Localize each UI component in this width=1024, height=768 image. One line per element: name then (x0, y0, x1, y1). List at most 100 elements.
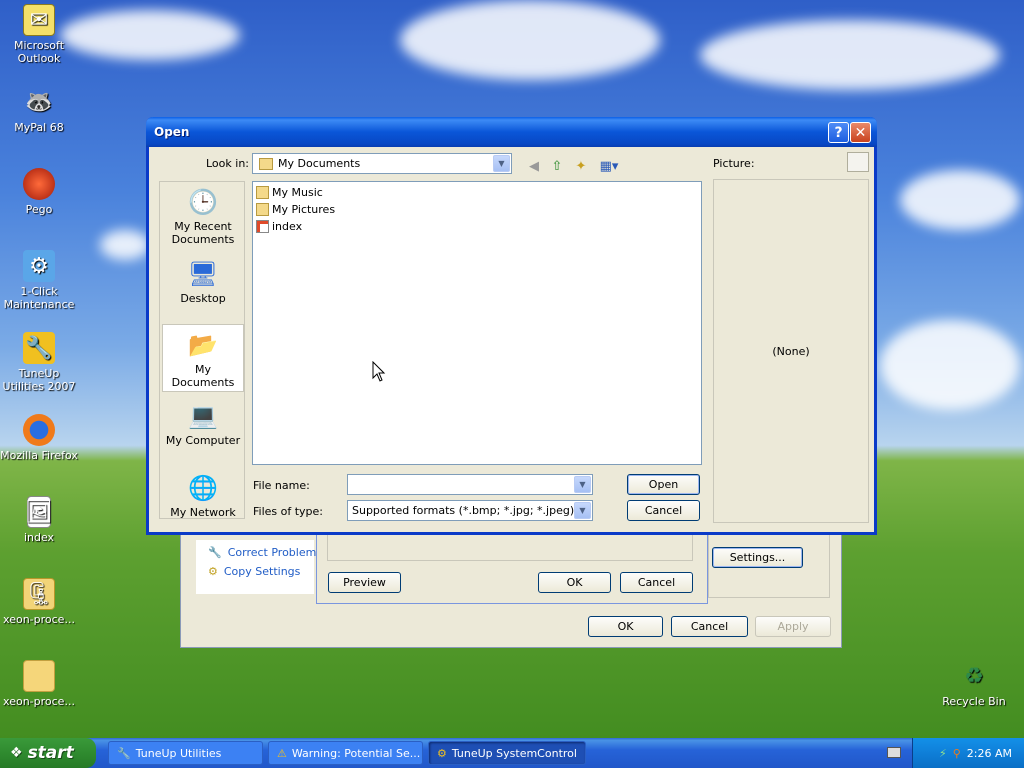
network-tray-icon[interactable]: ⚡ (939, 747, 947, 760)
chevron-down-icon[interactable]: ▼ (574, 502, 591, 519)
open-dialog: Open ? ✕ Look in: My Documents ▼ ◀ ⇧ ✦ ▦… (146, 117, 877, 535)
look-in-dropdown[interactable]: My Documents ▼ (252, 153, 512, 174)
copy-settings-link[interactable]: ⚙ Copy Settings (208, 565, 300, 578)
desktop-icon-xeon-folder[interactable]: xeon-proce... (0, 660, 78, 708)
apply-button[interactable]: Apply (755, 616, 831, 637)
recent-documents-icon: 🕒 (188, 188, 218, 216)
desktop-icon-firefox[interactable]: Mozilla Firefox (0, 414, 78, 462)
correct-problems-link[interactable]: 🔧 Correct Problems (208, 546, 322, 559)
place-my-network[interactable]: 🌐 My Network (162, 468, 244, 518)
desktop-icon-recycle-bin[interactable]: ♻ Recycle Bin (935, 660, 1013, 709)
file-name-input[interactable]: ▼ (347, 474, 593, 495)
desktop-icon-outlook[interactable]: ✉ Microsoft Outlook (0, 4, 78, 65)
start-button[interactable]: ❖ start (0, 738, 96, 768)
open-button[interactable]: Open (627, 474, 700, 495)
windows-logo-icon: ❖ (10, 745, 23, 761)
inner-cancel-button[interactable]: Cancel (620, 572, 693, 593)
desktop-icon-label: Pego (25, 203, 53, 216)
recycle-bin-icon: ♻ (964, 663, 984, 689)
image-file-icon: 🖼 (25, 496, 53, 528)
file-list[interactable]: My Music My Pictures index (252, 181, 702, 465)
task-tuneup-utilities[interactable]: 🔧 TuneUp Utilities (108, 741, 263, 765)
desktop-icon-label: xeon-proce... (3, 613, 75, 626)
search-tray-icon[interactable]: ⚲ (953, 747, 961, 760)
dialog-cancel-button[interactable]: Cancel (627, 500, 700, 521)
dialog-titlebar[interactable]: Open ? ✕ (146, 117, 877, 147)
preview-button[interactable]: Preview (328, 572, 401, 593)
file-name-label: File name: (253, 479, 310, 492)
cancel-button[interactable]: Cancel (671, 616, 748, 637)
firefox-icon (23, 414, 55, 446)
place-my-computer[interactable]: 💻 My Computer (162, 396, 244, 464)
inner-ok-button[interactable]: OK (538, 572, 611, 593)
mypal-icon: 🦝 (25, 89, 53, 115)
desktop-icon-maintenance[interactable]: ⚙ 1-Click Maintenance (0, 250, 78, 311)
tuneup-icon: 🔧 (117, 746, 131, 760)
question-icon: ? (834, 124, 843, 141)
desktop-icon-label: 1-Click Maintenance (3, 285, 75, 311)
preview-toggle-icon[interactable] (847, 152, 869, 172)
desktop-icon-label: Recycle Bin (942, 695, 1006, 708)
files-of-type-dropdown[interactable]: Supported formats (*.bmp; *.jpg; *.jpeg)… (347, 500, 593, 521)
keyboard-icon[interactable] (887, 747, 901, 758)
system-tray: ⚡ ⚲ 2:26 AM (912, 738, 1024, 768)
place-recent-documents[interactable]: 🕒 My Recent Documents (162, 182, 244, 250)
image-file-icon (256, 219, 269, 233)
my-computer-icon: 💻 (188, 402, 218, 430)
help-button[interactable]: ? (828, 122, 849, 143)
files-of-type-value: Supported formats (*.bmp; *.jpg; *.jpeg) (352, 504, 575, 517)
list-item[interactable]: index (256, 218, 302, 234)
maintenance-icon: ⚙ (23, 250, 55, 282)
task-warning[interactable]: ⚠ Warning: Potential Se... (268, 741, 423, 765)
wrench-icon: 🔧 (208, 546, 222, 559)
desktop-icon: 🖥 (187, 260, 219, 288)
ok-button[interactable]: OK (588, 616, 663, 637)
outlook-icon: ✉ (23, 4, 55, 36)
mouse-cursor-icon (372, 361, 386, 382)
picture-preview: (None) (713, 179, 869, 523)
desktop-icon-pego[interactable]: Pego (0, 168, 78, 216)
view-menu-icon[interactable]: ▦▾ (596, 157, 622, 175)
place-desktop[interactable]: 🖥 Desktop (162, 254, 244, 322)
desktop-icon-mypal[interactable]: 🦝 MyPal 68 (0, 86, 78, 135)
settings-button[interactable]: Settings... (712, 547, 803, 568)
inner-field (327, 534, 693, 561)
desktop-icon-xeon-zip[interactable]: 🗜 xeon-proce... (0, 578, 78, 626)
files-of-type-label: Files of type: (253, 505, 324, 518)
look-in-value: My Documents (278, 157, 361, 170)
desktop-icon-index[interactable]: 🖼 index (0, 496, 78, 544)
desktop-icon-label: index (23, 531, 55, 544)
place-my-documents[interactable]: 📂 My Documents (162, 324, 244, 392)
music-folder-icon (256, 185, 269, 199)
copy-icon: ⚙ (208, 565, 218, 578)
task-tuneup-systemcontrol[interactable]: ⚙ TuneUp SystemControl (428, 741, 586, 765)
up-folder-icon[interactable]: ⇧ (548, 157, 566, 175)
chevron-down-icon[interactable]: ▼ (493, 155, 510, 172)
back-icon[interactable]: ◀ (525, 157, 543, 175)
desktop-icon-label: Microsoft Outlook (13, 39, 65, 65)
dialog-title: Open (154, 125, 190, 139)
chevron-down-icon[interactable]: ▼ (574, 476, 591, 493)
tuneup-icon: 🔧 (23, 332, 55, 364)
list-item[interactable]: My Music (256, 184, 323, 200)
desktop-icon-label: xeon-proce... (3, 695, 75, 708)
zip-folder-icon: 🗜 (23, 578, 55, 610)
places-bar: 🕒 My Recent Documents 🖥 Desktop 📂 My Doc… (159, 181, 245, 519)
close-button[interactable]: ✕ (850, 122, 871, 143)
pictures-folder-icon (256, 202, 269, 216)
close-icon: ✕ (854, 124, 867, 141)
desktop-icon-label: Mozilla Firefox (0, 449, 78, 462)
picture-label: Picture: (713, 157, 755, 170)
systemcontrol-icon: ⚙ (437, 746, 447, 760)
desktop-icon-label: TuneUp Utilities 2007 (2, 367, 76, 393)
desktop-icon-label: MyPal 68 (14, 121, 64, 134)
preview-none-text: (None) (772, 345, 810, 358)
pego-icon (23, 168, 55, 200)
folder-icon (23, 660, 55, 692)
new-folder-icon[interactable]: ✦ (572, 157, 590, 175)
list-item[interactable]: My Pictures (256, 201, 335, 217)
desktop-icon-tuneup[interactable]: 🔧 TuneUp Utilities 2007 (0, 332, 78, 393)
my-network-icon: 🌐 (188, 474, 218, 502)
clock[interactable]: 2:26 AM (967, 747, 1012, 760)
warning-icon: ⚠ (277, 746, 287, 760)
